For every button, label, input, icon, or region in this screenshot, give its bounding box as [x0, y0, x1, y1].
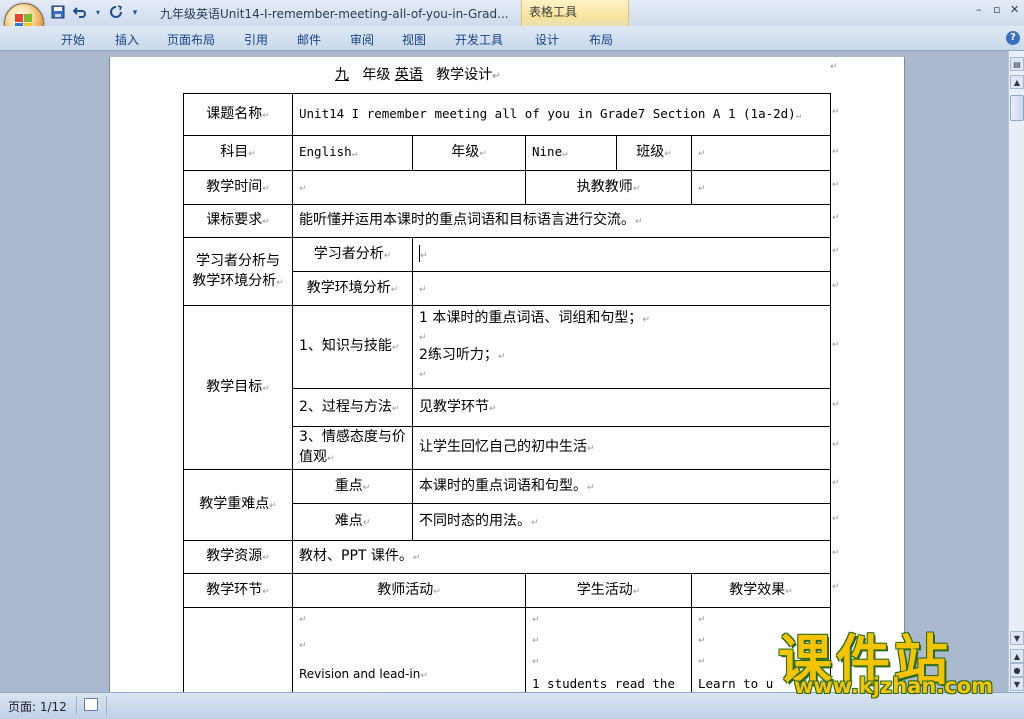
analysis-label: 学习者分析与教学环境分析↵	[183, 237, 293, 306]
tab-design[interactable]: 设计	[535, 31, 559, 48]
process-label: 2、过程与方法↵	[292, 388, 413, 427]
env-label: 教学环境分析↵	[292, 271, 413, 306]
context-tab-group-label: 表格工具	[529, 5, 578, 19]
subject-value[interactable]: English↵	[292, 135, 413, 171]
minimize-icon[interactable]: –	[976, 3, 982, 16]
grade-value[interactable]: Nine↵	[525, 135, 617, 171]
page-counter[interactable]: 页面: 1/12	[8, 698, 67, 715]
teacher-label: 执教教师↵	[525, 170, 692, 205]
heading-grade: 九	[335, 67, 349, 83]
topic-label: 课题名称↵	[183, 93, 293, 136]
keypoints-label: 教学重难点↵	[183, 469, 293, 541]
knowledge-value[interactable]: 1 本课时的重点词语、词组和句型；↵ ↵ 2练习听力；↵ ↵	[411, 305, 832, 389]
next-page-icon[interactable]: ▼	[1010, 677, 1024, 691]
knowledge-label: 1、知识与技能↵	[292, 305, 413, 389]
undo-dropdown-icon[interactable]: ▾	[94, 5, 102, 21]
knowledge-line-1: 1 本课时的重点词语、词组和句型；↵	[419, 310, 650, 326]
time-label: 教学时间↵	[183, 170, 293, 205]
learner-value[interactable]: ↵	[411, 237, 832, 272]
restore-icon[interactable]: ▫	[993, 3, 1000, 16]
standard-label: 课标要求↵	[183, 204, 293, 238]
emotion-label: 3、情感态度与价值观↵	[292, 426, 413, 470]
redo-icon[interactable]	[108, 5, 124, 21]
heading-grade-suffix: 年级	[362, 67, 391, 83]
learner-label: 学习者分析↵	[292, 237, 413, 272]
ribbon-tab-bar	[0, 26, 1024, 51]
student-activity-header: 学生活动↵	[525, 573, 692, 608]
quick-access-toolbar: ▾ ▾	[50, 4, 140, 22]
student-activity-text: 1 students read the	[532, 676, 675, 691]
watermark-url: www.kjzhan.com	[794, 674, 994, 698]
teacher-value[interactable]: ↵	[690, 170, 832, 205]
difficult-value[interactable]: 不同时态的用法。↵	[411, 503, 832, 541]
save-icon[interactable]	[50, 5, 66, 21]
tab-page-layout[interactable]: 页面布局	[167, 31, 215, 48]
help-icon[interactable]: ?	[1006, 31, 1020, 45]
status-divider	[106, 696, 107, 714]
revision-text: Revision and lead-in↵	[299, 667, 428, 681]
tab-references[interactable]: 引用	[244, 31, 268, 48]
scroll-thumb[interactable]	[1010, 95, 1024, 121]
window-title: 九年级英语Unit14-I-remember-meeting-all-of-yo…	[160, 7, 509, 21]
lesson-plan-table[interactable]: 课题名称↵ Unit14 I remember meeting all of y…	[183, 93, 832, 708]
topic-value[interactable]: Unit14 I remember meeting all of you in …	[291, 93, 832, 136]
title-bar	[0, 0, 1024, 27]
steps-label: 教学环节↵	[183, 573, 293, 608]
env-value[interactable]: ↵	[411, 271, 832, 306]
grade-label: 年级↵	[412, 135, 526, 171]
heading-subject: 英语	[394, 67, 423, 83]
difficult-label: 难点↵	[292, 503, 413, 541]
teacher-activity-header: 教师活动↵	[292, 573, 526, 608]
customize-qat-icon[interactable]: ▾	[130, 5, 140, 21]
proofing-icon[interactable]	[84, 698, 98, 711]
process-value[interactable]: 见教学环节↵	[411, 388, 832, 427]
standard-value[interactable]: 能听懂并运用本课时的重点词语和目标语言进行交流。↵	[291, 204, 832, 238]
scroll-down-icon[interactable]: ▼	[1010, 631, 1024, 645]
resources-label: 教学资源↵	[183, 540, 293, 574]
knowledge-line-2: 2练习听力；↵	[419, 347, 506, 363]
ruler-toggle-icon[interactable]: ▤	[1010, 57, 1024, 71]
tab-mailings[interactable]: 邮件	[297, 31, 321, 48]
status-divider	[76, 696, 77, 714]
tab-insert[interactable]: 插入	[115, 31, 139, 48]
key-value[interactable]: 本课时的重点词语和句型。↵	[411, 469, 832, 504]
time-value[interactable]: ↵	[292, 170, 526, 205]
heading-design: 教学设计	[436, 67, 493, 83]
scroll-up-icon[interactable]: ▲	[1010, 75, 1024, 89]
goals-label: 教学目标↵	[183, 305, 293, 470]
resources-value[interactable]: 教材、PPT 课件。↵	[291, 540, 832, 574]
effect-header: 教学效果↵	[690, 573, 832, 608]
key-label: 重点↵	[292, 469, 413, 504]
tab-home[interactable]: 开始	[61, 31, 85, 48]
document-heading: 九 年级 英语 教学设计↵	[335, 67, 501, 83]
class-value[interactable]: ↵	[690, 135, 832, 171]
vertical-scrollbar[interactable]: ▤ ▲ ▼ ▲ ● ▼	[1008, 51, 1024, 692]
watermark-logo: 课件站 www.kjzhan.com	[772, 612, 1012, 698]
close-icon[interactable]: ✕	[1010, 3, 1019, 16]
class-label: 班级↵	[616, 135, 692, 171]
tab-developer[interactable]: 开发工具	[455, 31, 503, 48]
undo-icon[interactable]	[72, 5, 88, 21]
previous-page-icon[interactable]: ▲	[1010, 649, 1024, 663]
subject-label: 科目↵	[183, 135, 293, 171]
tab-view[interactable]: 视图	[402, 31, 426, 48]
select-browse-object-icon[interactable]: ●	[1010, 663, 1024, 677]
tab-layout[interactable]: 布局	[589, 31, 613, 48]
tab-review[interactable]: 审阅	[350, 31, 374, 48]
emotion-value[interactable]: 让学生回忆自己的初中生活↵	[411, 426, 832, 470]
